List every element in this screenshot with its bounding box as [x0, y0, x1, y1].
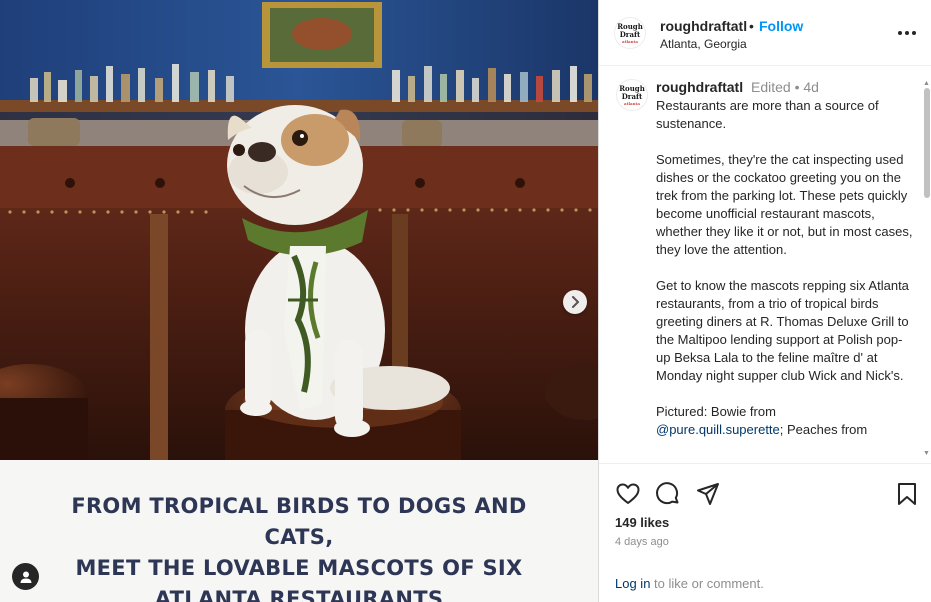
caption-scrollbar[interactable]: ▲ ▼	[922, 80, 931, 463]
caption-username[interactable]: roughdraftatl	[656, 79, 743, 95]
scroll-thumb[interactable]	[924, 88, 930, 198]
caption-text: Restaurants are more than a source of su…	[656, 97, 914, 457]
login-prompt: Log in to like or comment.	[615, 576, 764, 591]
post-time-ago[interactable]: 4 days ago	[615, 536, 669, 548]
post-media: FROM TROPICAL BIRDS TO DOGS AND CATS, ME…	[0, 0, 598, 602]
headline-line: MEET THE LOVABLE MASCOTS OF SIX	[75, 556, 523, 580]
mention-link[interactable]: @pure.quill.superette	[656, 422, 780, 437]
scroll-up-arrow-icon[interactable]: ▲	[923, 80, 930, 87]
pictured-suffix: ; Peaches from	[779, 422, 868, 437]
bookmark-icon	[898, 483, 916, 505]
caption-paragraph: Get to know the mascots repping six Atla…	[656, 278, 909, 383]
caption-header: roughdraftatl Edited • 4d	[656, 79, 819, 95]
headline-line: FROM TROPICAL BIRDS TO DOGS AND CATS,	[71, 494, 527, 549]
heart-icon	[616, 483, 640, 504]
account-avatar[interactable]: Rough Draft atlanta	[614, 17, 646, 49]
comment-icon	[656, 482, 679, 505]
tagged-users-button[interactable]	[12, 563, 39, 590]
post-photo	[0, 0, 598, 460]
pictured-prefix: Pictured: Bowie from	[656, 404, 776, 419]
caption-paragraph-pictured: Pictured: Bowie from @pure.quill.superet…	[656, 403, 914, 439]
post-location[interactable]: Atlanta, Georgia	[660, 37, 747, 51]
post-header: Rough Draft atlanta roughdraftatl • Foll…	[599, 0, 931, 66]
share-icon	[697, 483, 719, 505]
post-headline: FROM TROPICAL BIRDS TO DOGS AND CATS, ME…	[40, 491, 558, 602]
share-button[interactable]	[695, 481, 721, 507]
logo-text: atlanta	[624, 100, 640, 106]
like-button[interactable]	[615, 481, 641, 507]
comment-button[interactable]	[655, 481, 681, 507]
caption-age: 4d	[803, 79, 819, 95]
caption-area: Rough Draft atlanta roughdraftatl Edited…	[599, 67, 931, 463]
logo-text: Draft	[621, 91, 643, 101]
user-tag-icon	[20, 571, 31, 583]
caption-avatar[interactable]: Rough Draft atlanta	[616, 79, 648, 111]
separator: •	[794, 79, 800, 95]
login-link[interactable]: Log in	[615, 576, 650, 591]
logo-text: atlanta	[622, 38, 638, 44]
separator: •	[749, 18, 754, 34]
edited-label: Edited	[751, 79, 791, 95]
save-button[interactable]	[894, 481, 920, 507]
follow-button[interactable]: Follow	[759, 18, 803, 34]
more-dots-icon	[898, 31, 916, 35]
headline-line: ATLANTA RESTAURANTS	[154, 587, 444, 602]
more-options-button[interactable]	[896, 25, 920, 41]
post-actions: 149 likes 4 days ago Log in to like or c…	[599, 463, 931, 602]
next-slide-button[interactable]	[563, 290, 587, 314]
post-side-panel: Rough Draft atlanta roughdraftatl • Foll…	[598, 0, 931, 602]
scroll-down-arrow-icon[interactable]: ▼	[923, 450, 930, 457]
logo-text: Draft	[619, 29, 641, 39]
caption-paragraph: Sometimes, they're the cat inspecting us…	[656, 152, 913, 257]
instagram-post-window: FROM TROPICAL BIRDS TO DOGS AND CATS, ME…	[0, 0, 931, 602]
caption-paragraph: Restaurants are more than a source of su…	[656, 98, 879, 131]
login-prompt-text: to like or comment.	[650, 576, 764, 591]
chevron-right-icon	[572, 296, 579, 308]
account-username[interactable]: roughdraftatl	[660, 18, 747, 34]
likes-count[interactable]: 149 likes	[615, 515, 669, 530]
